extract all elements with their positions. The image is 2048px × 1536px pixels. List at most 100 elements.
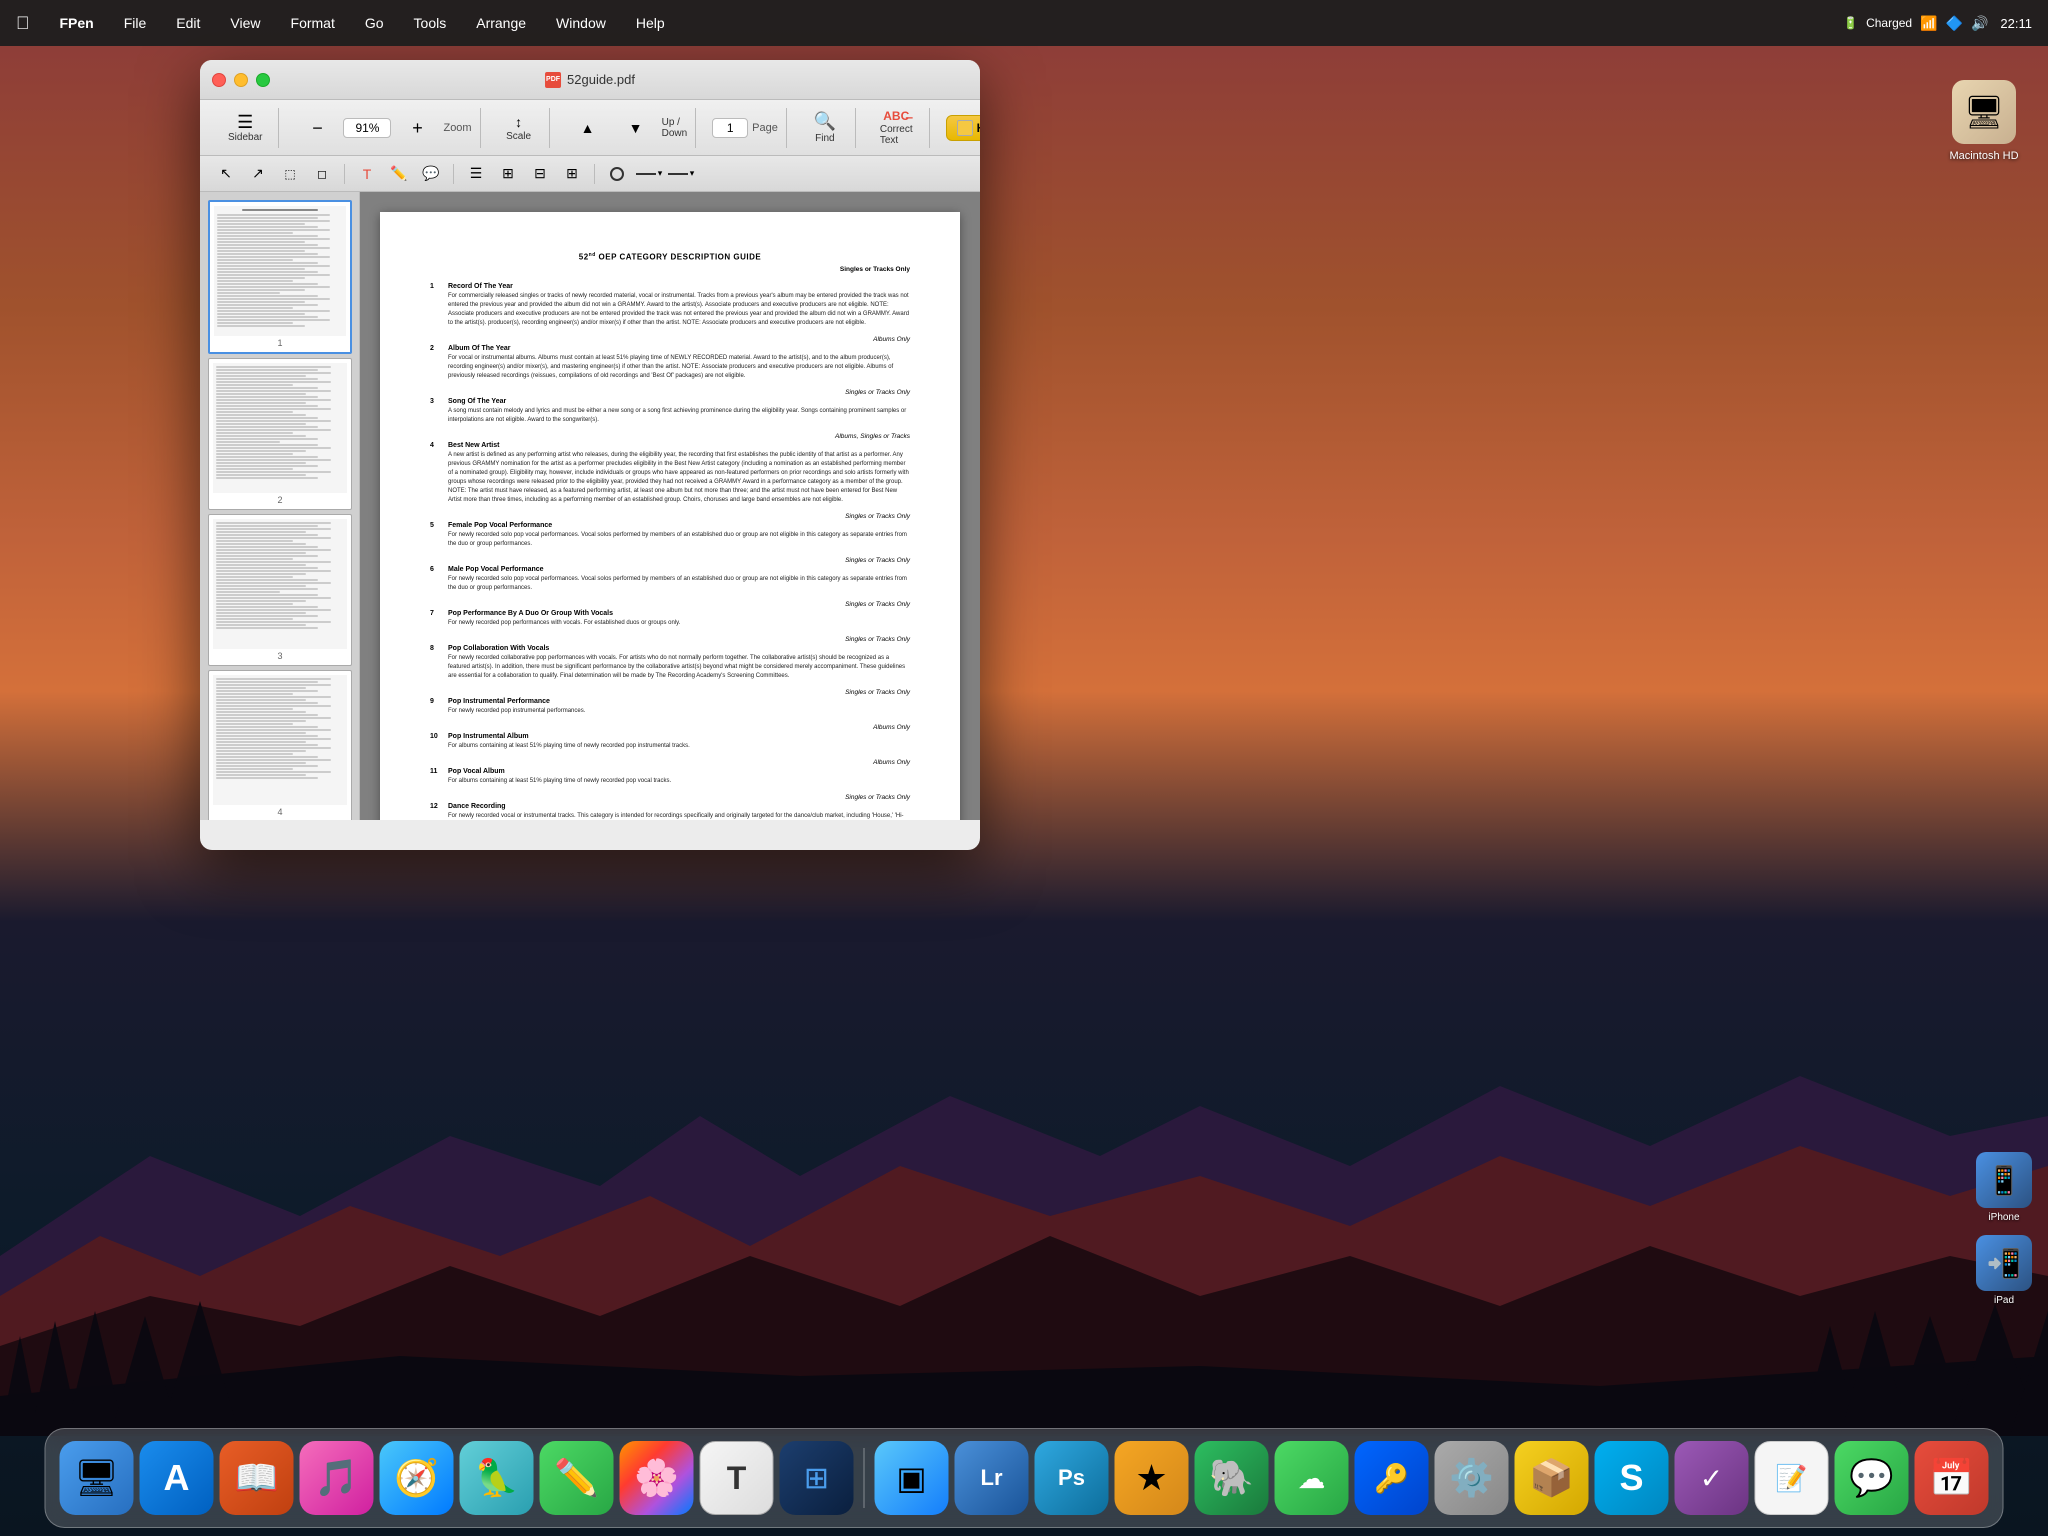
dock-icon-taskpaper[interactable]: 📝 [1755, 1441, 1829, 1515]
dock-icon-messages[interactable]: 💬 [1835, 1441, 1909, 1515]
thumb-3-content [213, 519, 347, 649]
line-icon [636, 173, 656, 175]
dock-icon-photoshop[interactable]: Ps [1035, 1441, 1109, 1515]
section-2-title: Album Of The Year [448, 345, 511, 352]
lasso-btn[interactable]: ◻ [308, 160, 336, 188]
text-btn[interactable]: ⊞ [494, 160, 522, 188]
dock-icon-prizmo[interactable]: 📦 [1515, 1441, 1589, 1515]
scale-label: Scale [506, 131, 531, 142]
menubar-file[interactable]: File [118, 13, 153, 33]
zoom-input[interactable] [343, 118, 391, 138]
select-tool-btn[interactable]: ↖ [212, 160, 240, 188]
scale-btn[interactable]: ↕ Scale [497, 109, 541, 147]
dock-icon-backup[interactable]: ☁ [1275, 1441, 1349, 1515]
find-btn[interactable]: 🔍 Find [803, 109, 847, 147]
color-line-btn[interactable]: ▾ [667, 160, 695, 188]
edit-btn[interactable]: ⊟ [526, 160, 554, 188]
sidebar-thumb-2[interactable]: 2 [208, 358, 352, 510]
dock-icon-finder[interactable]: 🖥 [60, 1441, 134, 1515]
zoom-in-btn[interactable]: + [395, 109, 439, 147]
menubar-app-name[interactable]: FPen [54, 13, 100, 33]
sidebar-thumb-3[interactable]: 3 [208, 514, 352, 666]
page-label: Page [752, 122, 778, 134]
up-btn[interactable]: ▲ [566, 109, 610, 147]
battery-icon[interactable]: 🔋 [1843, 16, 1858, 30]
zoom-out-btn[interactable]: − [295, 109, 339, 147]
menubar-format[interactable]: Format [285, 13, 341, 33]
menubar-arrange[interactable]: Arrange [470, 13, 532, 33]
dock-icon-itunes[interactable]: 🎵 [300, 1441, 374, 1515]
dock-icon-sysprefs[interactable]: ⚙️ [1435, 1441, 1509, 1515]
menubar-window[interactable]: Window [550, 13, 612, 33]
sidebar[interactable]: 1 [200, 192, 360, 820]
thumb-1-img [214, 206, 346, 336]
singles-only-9: Singles or Tracks Only [430, 689, 910, 696]
close-button[interactable] [212, 73, 226, 87]
dock-icon-books[interactable]: 📖 [220, 1441, 294, 1515]
speech-bubble-btn[interactable]: 💬 [417, 160, 445, 188]
menubar-tools[interactable]: Tools [408, 13, 453, 33]
menubar-edit[interactable]: Edit [170, 13, 206, 33]
dock-icon-skype[interactable]: S [1595, 1441, 1669, 1515]
dock-icon-skitch[interactable]: ✏️ [540, 1441, 614, 1515]
highlight-tool-btn[interactable]: ✏️ [385, 160, 413, 188]
dock-icon-lightroom[interactable]: Lr [955, 1441, 1029, 1515]
highlight-btn[interactable]: Highlight [946, 115, 980, 141]
menubar-go[interactable]: Go [359, 13, 390, 33]
pdf-window: PDF 52guide.pdf ☰ Sidebar − + Zoom ↕ [200, 60, 980, 850]
window-title: PDF 52guide.pdf [545, 72, 635, 88]
pointer-tool-btn[interactable]: ↗ [244, 160, 272, 188]
screens-icon: ▣ [896, 1459, 926, 1497]
page-input[interactable] [712, 118, 748, 138]
ipad-label-icon[interactable]: 📲 iPad [1976, 1235, 2032, 1306]
photos-icon: 🌸 [634, 1457, 679, 1499]
dock-icon-evernote[interactable]: 🐘 [1195, 1441, 1269, 1515]
dock-icon-appstore[interactable]: A [140, 1441, 214, 1515]
messages-icon: 💬 [1849, 1457, 1894, 1499]
maximize-button[interactable] [256, 73, 270, 87]
wifi-icon[interactable]: 📶 [1920, 15, 1937, 32]
menubar-view[interactable]: View [224, 13, 266, 33]
safari-icon: 🧭 [394, 1457, 439, 1499]
dock-icon-toolbox[interactable]: ⊞ [780, 1441, 854, 1515]
rect-select-btn[interactable]: ⬚ [276, 160, 304, 188]
desktop-icon-mac[interactable]: 🖥 Macintosh HD [1944, 80, 2024, 162]
dock-icon-securitysign[interactable]: 🔑 [1355, 1441, 1429, 1515]
dock-icon-taska[interactable]: ✓ [1675, 1441, 1749, 1515]
dock-icon-parrot[interactable]: 🦜 [460, 1441, 534, 1515]
grid-btn[interactable]: ⊞ [558, 160, 586, 188]
down-btn[interactable]: ▼ [614, 109, 658, 147]
dock-icon-superstar[interactable]: ★ [1115, 1441, 1189, 1515]
menubar-help[interactable]: Help [630, 13, 671, 33]
dock-icon-textedit[interactable]: T [700, 1441, 774, 1515]
apple-menu[interactable]:  [16, 13, 30, 34]
pdf-section-6: 6 Male Pop Vocal Performance For newly r… [430, 566, 910, 593]
bluetooth-icon[interactable]: 🔷 [1946, 15, 1963, 32]
volume-icon[interactable]: 🔊 [1971, 15, 1988, 32]
dock-icon-safari[interactable]: 🧭 [380, 1441, 454, 1515]
sidebar-thumb-4[interactable]: 4 [208, 670, 352, 820]
section-3-text: A song must contain melody and lyrics an… [430, 407, 910, 425]
sidebar-btn[interactable]: ☰ Sidebar [220, 109, 270, 147]
list-btn[interactable]: ☰ [462, 160, 490, 188]
sidebar-thumb-1[interactable]: 1 [208, 200, 352, 354]
dock-icon-photos[interactable]: 🌸 [620, 1441, 694, 1515]
correct-text-btn[interactable]: ABC̶ Correct Text [872, 109, 921, 147]
window-title-text: 52guide.pdf [567, 72, 635, 87]
pdf-content[interactable]: 52nd OEP CATEGORY DESCRIPTION GUIDE Sing… [360, 192, 980, 820]
iphone-icon[interactable]: 📱 iPhone [1976, 1152, 2032, 1223]
iphone-label: iPhone [1988, 1212, 2019, 1223]
dock-icon-screens[interactable]: ▣ [875, 1441, 949, 1515]
dock-icon-fantastical[interactable]: 📅 [1915, 1441, 1989, 1515]
battery-charged-label: Charged [1866, 16, 1912, 30]
find-label: Find [815, 133, 834, 144]
books-icon: 📖 [234, 1457, 279, 1499]
minimize-button[interactable] [234, 73, 248, 87]
pdf-icon: PDF [545, 72, 561, 88]
section-10-title: Pop Instrumental Album [448, 733, 529, 740]
markup-btn[interactable]: T [353, 160, 381, 188]
section-11-title: Pop Vocal Album [448, 768, 505, 775]
circle-icon [610, 167, 624, 181]
circle-shape-btn[interactable] [603, 160, 631, 188]
line-style-btn[interactable]: ▾ [635, 160, 663, 188]
